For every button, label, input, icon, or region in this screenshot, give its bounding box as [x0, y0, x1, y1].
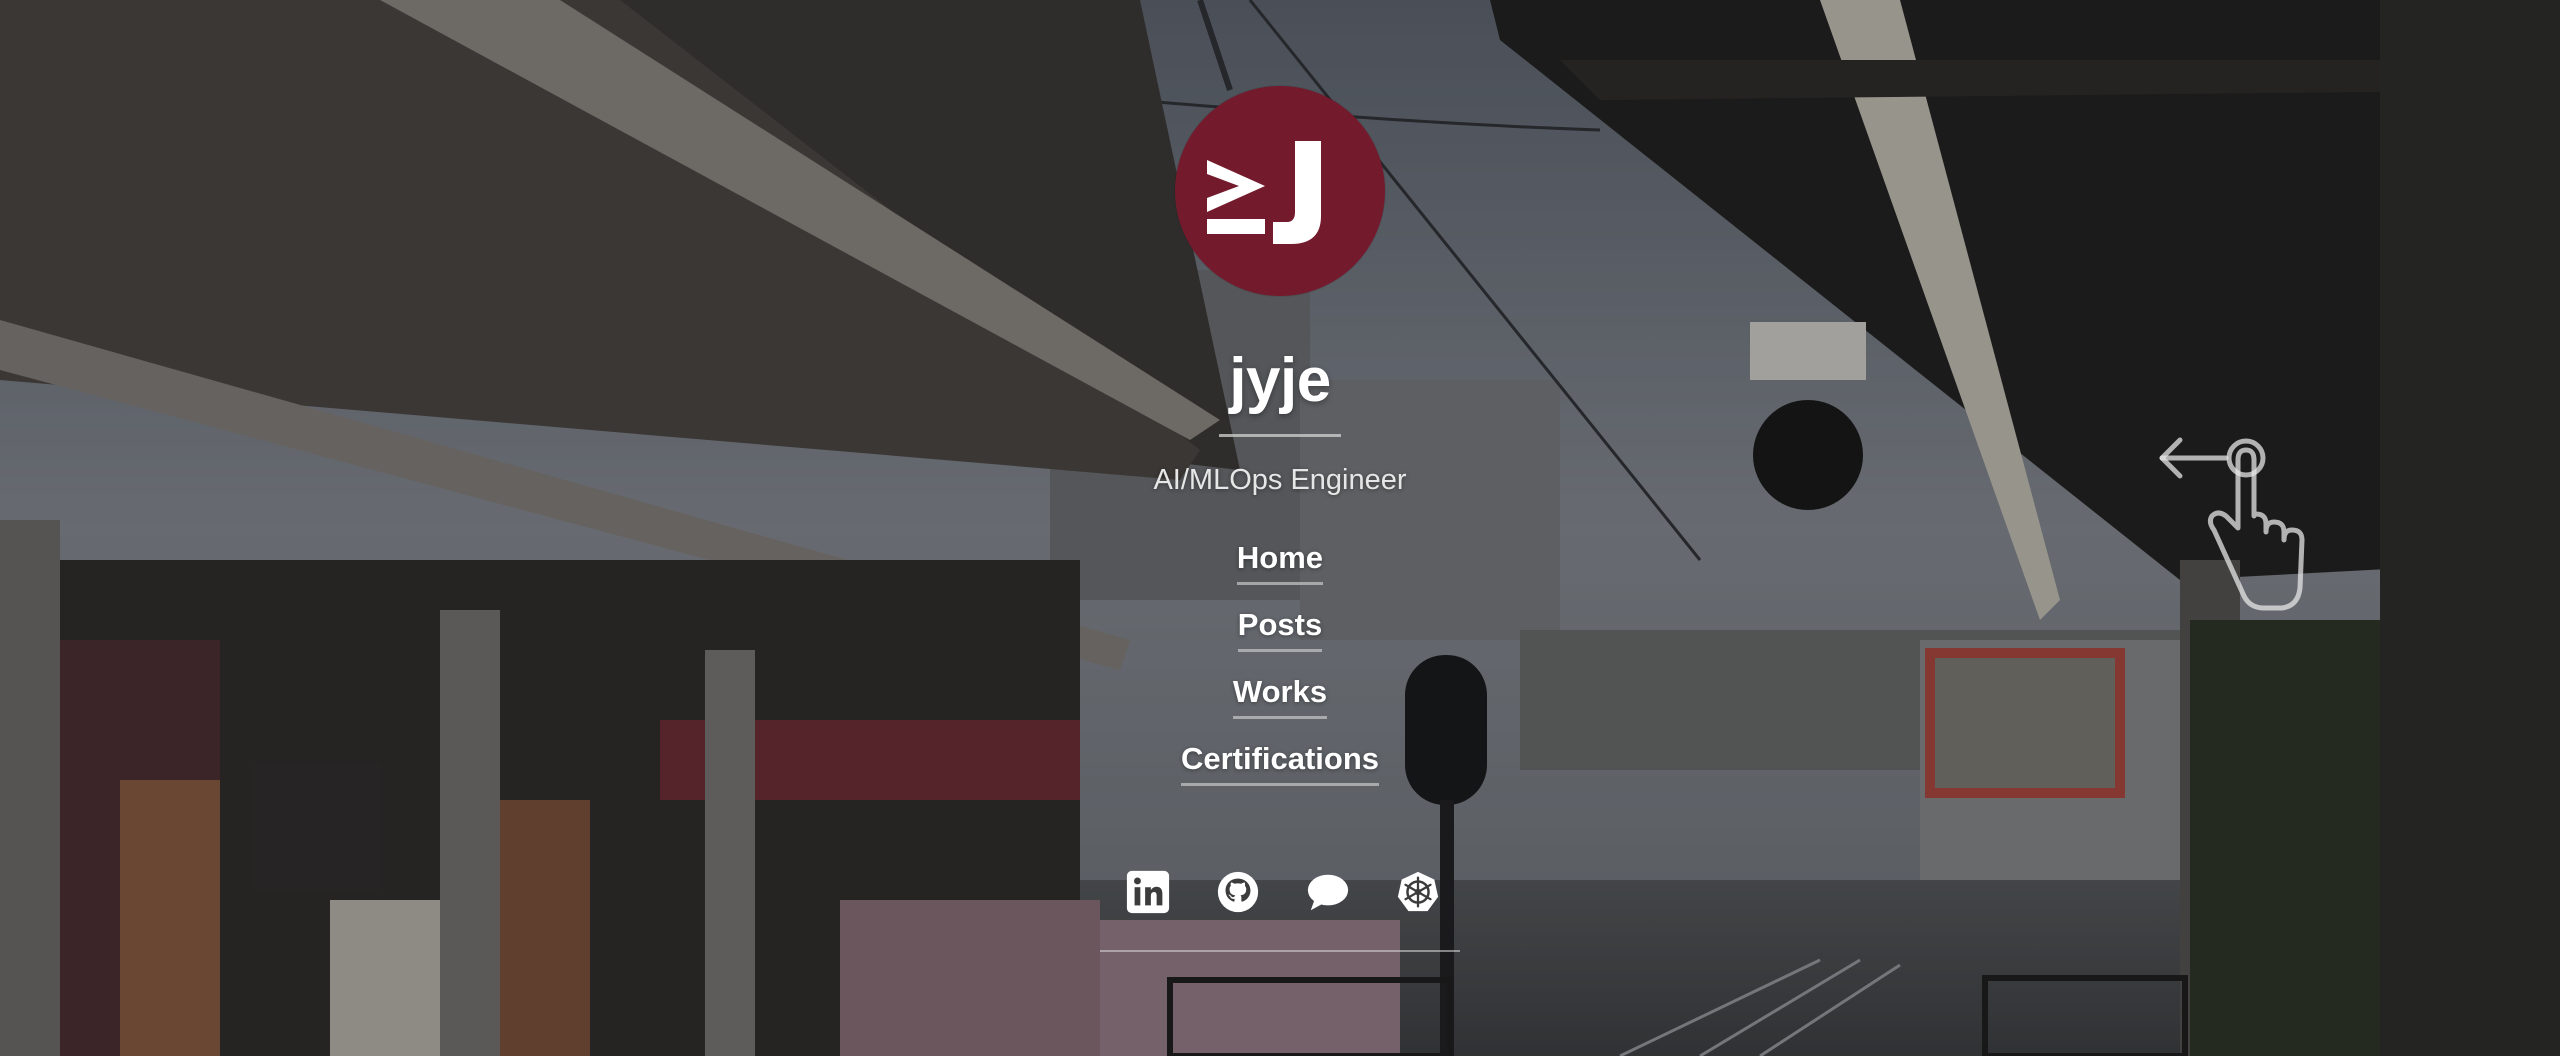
logo-mark [1207, 141, 1321, 244]
swipe-hint[interactable] [2150, 420, 2310, 630]
nav-item-works[interactable]: Works [1030, 672, 1530, 719]
nav-item-label[interactable]: Works [1232, 672, 1328, 719]
chat-link[interactable] [1300, 864, 1356, 920]
nav-item-label[interactable]: Home [1236, 538, 1324, 585]
github-icon [1217, 871, 1259, 913]
social-divider [1100, 950, 1460, 952]
github-link[interactable] [1210, 864, 1266, 920]
profile-role: AI/MLOps Engineer [1153, 464, 1407, 496]
linkedin-link[interactable] [1120, 864, 1176, 920]
page: jyje AI/MLOps Engineer Home Posts Works … [0, 0, 2560, 1056]
chat-bubble-icon [1307, 874, 1349, 911]
nav-item-certifications[interactable]: Certifications [1030, 739, 1530, 786]
kubernetes-link[interactable] [1390, 864, 1446, 920]
nav-item-label[interactable]: Certifications [1180, 739, 1380, 786]
linkedin-icon [1126, 870, 1170, 914]
social-links [1100, 864, 1460, 920]
avatar-logo[interactable] [1175, 86, 1385, 296]
nav-item-label[interactable]: Posts [1237, 605, 1323, 652]
kubernetes-helm-icon [1397, 871, 1439, 912]
name-divider [1219, 434, 1341, 437]
swipe-left-hand-icon [2159, 437, 2305, 611]
nav-item-home[interactable]: Home [1030, 538, 1530, 585]
profile-name: jyje [1229, 346, 1331, 415]
nav-item-posts[interactable]: Posts [1030, 605, 1530, 652]
